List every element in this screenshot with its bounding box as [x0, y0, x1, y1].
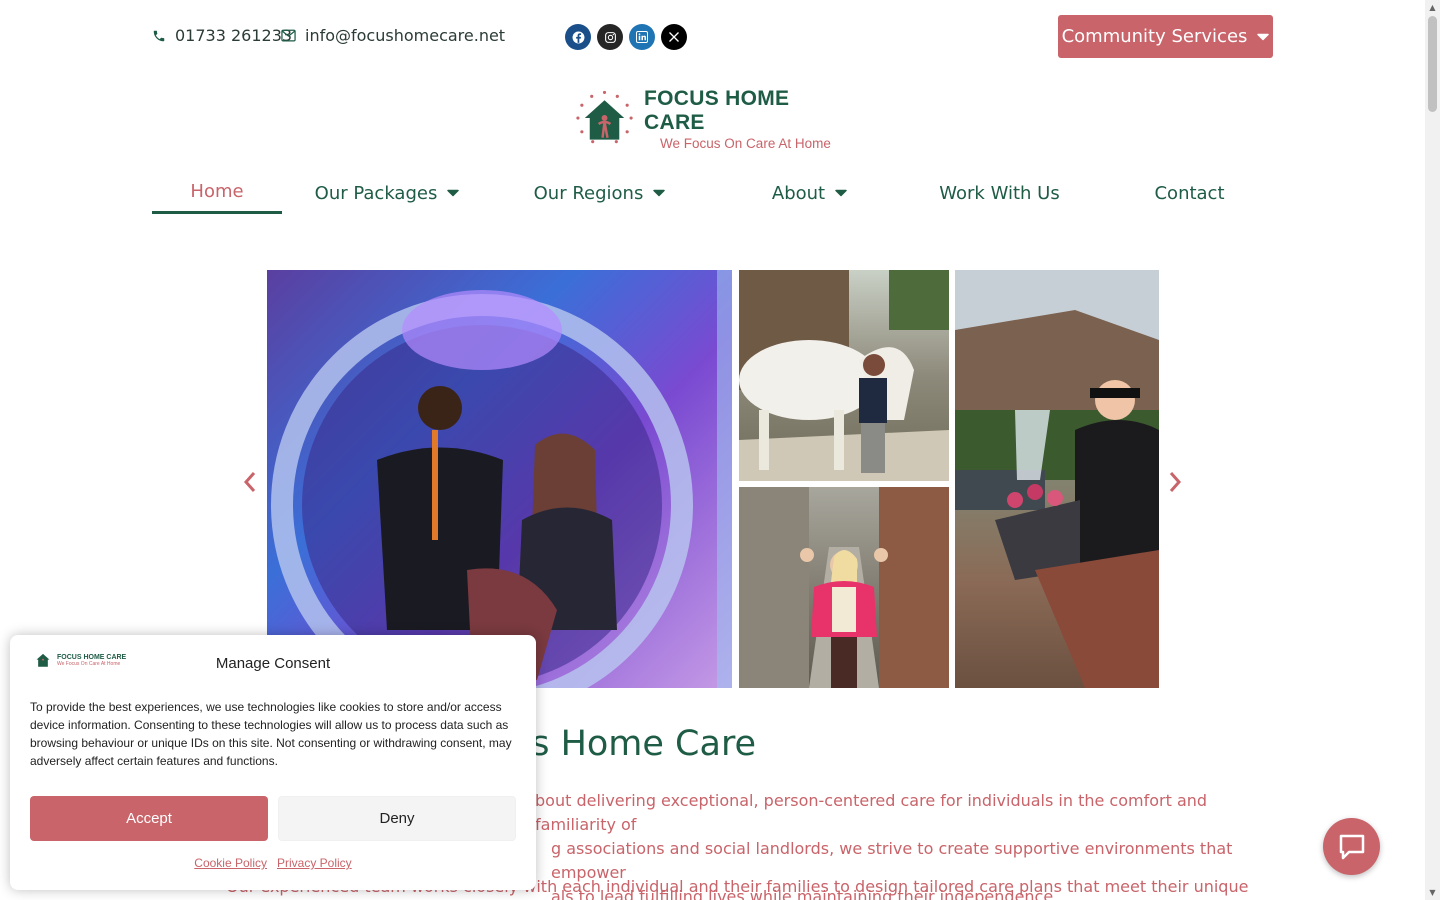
deny-button[interactable]: Deny	[278, 796, 516, 841]
linkedin-icon[interactable]	[629, 24, 655, 50]
scroll-down-arrow-icon[interactable]: ▼	[1428, 888, 1437, 897]
email-address: info@focushomecare.net	[305, 26, 506, 45]
nav-label-contact: Contact	[1154, 182, 1225, 204]
email-link[interactable]: info@focushomecare.net	[281, 26, 505, 45]
phone-link[interactable]: 01733 261233	[152, 26, 292, 45]
nav-label-home: Home	[190, 181, 244, 202]
cookie-policy-link[interactable]: Cookie Policy	[194, 856, 267, 870]
chevron-down-icon	[835, 189, 847, 197]
x-icon[interactable]	[661, 24, 687, 50]
chat-bubble-icon	[1339, 834, 1364, 859]
hero-carousel	[240, 270, 1190, 688]
accept-button[interactable]: Accept	[30, 796, 268, 841]
scroll-up-arrow-icon[interactable]: ▲	[1428, 3, 1437, 12]
carousel-photo-main	[267, 270, 732, 688]
chevron-right-icon[interactable]	[1168, 470, 1182, 498]
facebook-icon[interactable]	[565, 24, 591, 50]
nav-label-work-with-us: Work With Us	[939, 182, 1060, 204]
phone-number: 01733 261233	[175, 26, 293, 45]
nav-our-packages[interactable]: Our Packages	[312, 172, 462, 214]
nav-contact[interactable]: Contact	[1147, 172, 1232, 214]
top-bar: 01733 261233 info@focushomecare.net Comm…	[0, 0, 1425, 72]
logo-name: FOCUS HOME CARE	[644, 87, 790, 134]
cookie-consent-dialog: FOCUS HOME CARE We Focus On Care At Home…	[10, 635, 536, 890]
page-scrollbar[interactable]: ▲ ▼	[1425, 0, 1440, 900]
social-links	[565, 24, 687, 50]
community-services-label: Community Services	[1061, 26, 1248, 47]
nav-work-with-us[interactable]: Work With Us	[937, 172, 1062, 214]
nav-label-our-regions: Our Regions	[533, 182, 644, 204]
community-services-button[interactable]: Community Services	[1058, 15, 1273, 58]
nav-label-about: About	[771, 182, 826, 204]
logo-tagline: We Focus On Care At Home	[660, 136, 831, 151]
carousel-photo-watering	[955, 270, 1159, 688]
nav-label-our-packages: Our Packages	[314, 182, 438, 204]
chevron-down-icon	[1257, 33, 1270, 41]
consent-links: Cookie Policy Privacy Policy	[10, 856, 536, 870]
chevron-down-icon	[447, 189, 460, 197]
envelope-icon	[281, 29, 296, 42]
carousel-photo-horse	[739, 270, 949, 481]
chat-button[interactable]	[1323, 818, 1380, 875]
nav-about[interactable]: About	[767, 172, 852, 214]
chevron-left-icon[interactable]	[243, 470, 257, 498]
privacy-policy-link[interactable]: Privacy Policy	[277, 856, 352, 870]
nav-our-regions[interactable]: Our Regions	[532, 172, 667, 214]
main-nav: Home Our Packages Our Regions About Work…	[152, 172, 1272, 216]
consent-text: To provide the best experiences, we use …	[30, 700, 512, 768]
instagram-icon[interactable]	[597, 24, 623, 50]
house-logo-icon	[576, 90, 633, 144]
phone-icon	[152, 29, 166, 43]
carousel-photo-alley	[739, 487, 949, 688]
nav-home[interactable]: Home	[152, 172, 282, 214]
consent-title: Manage Consent	[215, 655, 331, 672]
chevron-down-icon	[653, 189, 666, 197]
scrollbar-thumb[interactable]	[1428, 16, 1437, 112]
site-logo[interactable]: FOCUS HOME CARE We Focus On Care At Home	[573, 87, 853, 151]
